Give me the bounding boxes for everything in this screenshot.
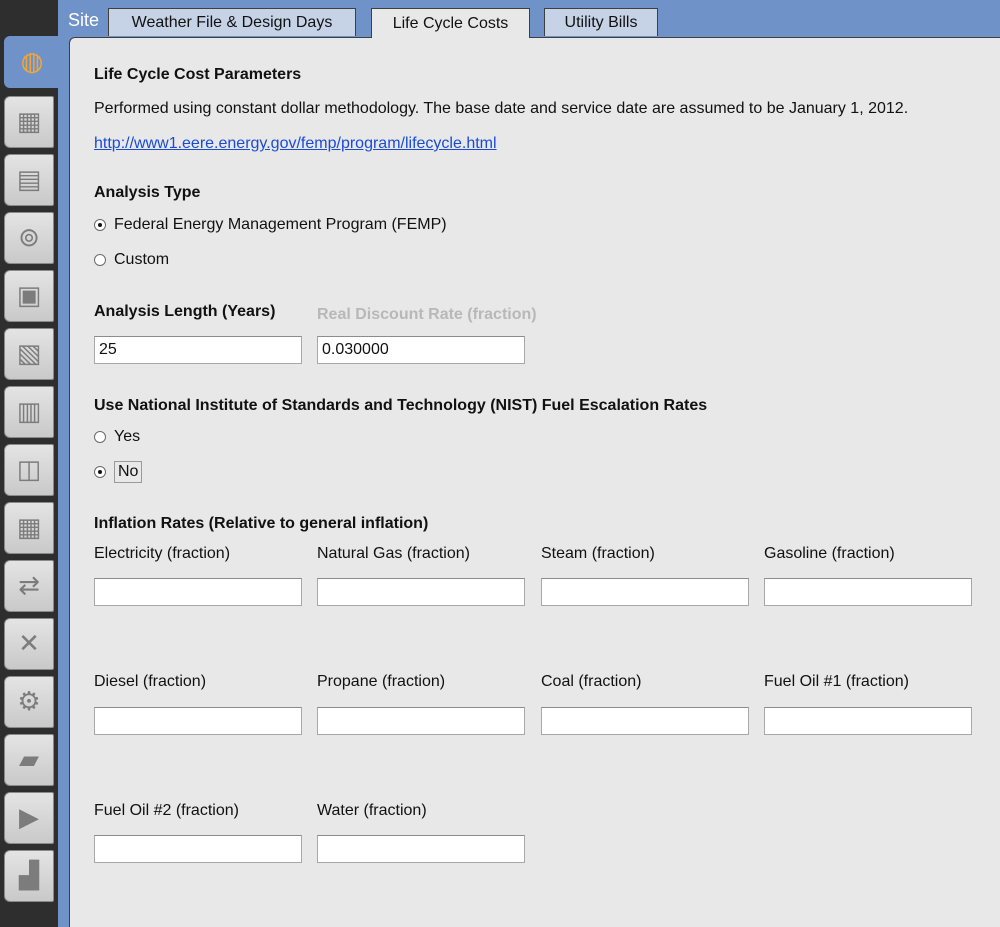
results-chart-icon: ▟ xyxy=(19,861,39,891)
natural-gas-input[interactable] xyxy=(317,578,525,606)
tab-life-cycle-costs[interactable]: Life Cycle Costs xyxy=(371,8,530,38)
tab-utility-bills[interactable]: Utility Bills xyxy=(544,8,658,36)
analysis-type-heading: Analysis Type xyxy=(94,184,201,201)
fuel-oil-1-input[interactable] xyxy=(764,707,972,735)
steam-input[interactable] xyxy=(541,578,749,606)
coal-label: Coal (fraction) xyxy=(541,673,642,690)
water-input[interactable] xyxy=(317,835,525,863)
propane-input[interactable] xyxy=(317,707,525,735)
electricity-input[interactable] xyxy=(94,578,302,606)
lcc-description: Performed using constant dollar methodol… xyxy=(94,100,909,117)
calendar-icon: ▦ xyxy=(16,107,42,137)
sidebar-item-schedules[interactable]: ▦ xyxy=(4,96,54,148)
natural-gas-label: Natural Gas (fraction) xyxy=(317,545,470,562)
nist-yes-label: Yes xyxy=(114,428,141,445)
sidebar-item-run[interactable]: ▶ xyxy=(4,792,54,844)
custom-radio-label: Custom xyxy=(114,251,170,268)
femp-link[interactable]: http://www1.eere.energy.gov/femp/program… xyxy=(94,135,497,153)
life-cycle-costs-panel: Life Cycle Cost Parameters Performed usi… xyxy=(69,37,1000,927)
diesel-input[interactable] xyxy=(94,707,302,735)
site-label: Site xyxy=(68,10,100,30)
sidebar-item-simulation-settings[interactable]: ⚙ xyxy=(4,676,54,728)
electricity-label: Electricity (fraction) xyxy=(94,545,231,562)
tab-weather-file[interactable]: Weather File & Design Days xyxy=(108,8,356,36)
analysis-length-label: Analysis Length (Years) xyxy=(94,303,276,320)
sidebar-item-measures[interactable]: ▰ xyxy=(4,734,54,786)
sidebar-item-loads[interactable]: ⊚ xyxy=(4,212,54,264)
nist-yes-radio[interactable] xyxy=(94,431,106,443)
custom-radio-row[interactable]: Custom xyxy=(94,251,169,269)
thermal-zones-icon: ▦ xyxy=(16,513,42,543)
run-icon: ▶ xyxy=(19,803,39,833)
space-types-icon: ▣ xyxy=(16,281,42,311)
lcc-title: Life Cycle Cost Parameters xyxy=(94,66,302,83)
sidebar-item-geometry[interactable]: ▧ xyxy=(4,328,54,380)
water-label: Water (fraction) xyxy=(317,802,427,819)
globe-icon: ◍ xyxy=(20,47,44,77)
sidebar-item-facility[interactable]: ▥ xyxy=(4,386,54,438)
nist-yes-row[interactable]: Yes xyxy=(94,428,140,446)
nist-no-row[interactable]: No xyxy=(94,461,143,483)
fuel-oil-2-input[interactable] xyxy=(94,835,302,863)
tools-icon: ✕ xyxy=(18,629,40,659)
sidebar-item-constructions[interactable]: ▤ xyxy=(4,154,54,206)
propane-label: Propane (fraction) xyxy=(317,673,446,690)
discount-rate-label: Real Discount Rate (fraction) xyxy=(317,306,537,323)
gear-icon: ⚙ xyxy=(17,687,41,717)
hvac-loop-icon: ⇄ xyxy=(18,571,40,601)
femp-radio-label: Federal Energy Management Program (FEMP) xyxy=(114,216,447,233)
custom-radio[interactable] xyxy=(94,254,106,266)
sidebar-item-spaces[interactable]: ◫ xyxy=(4,444,54,496)
nist-heading: Use National Institute of Standards and … xyxy=(94,397,708,414)
inflation-heading: Inflation Rates (Relative to general inf… xyxy=(94,515,429,532)
discount-rate-input[interactable] xyxy=(317,336,525,364)
sidebar-item-thermal-zones[interactable]: ▦ xyxy=(4,502,54,554)
femp-radio-row[interactable]: Federal Energy Management Program (FEMP) xyxy=(94,216,447,234)
geometry-icon: ▧ xyxy=(16,339,42,369)
facility-icon: ▥ xyxy=(16,397,42,427)
outlet-icon: ⊚ xyxy=(18,223,40,253)
sidebar-item-hvac[interactable]: ⇄ xyxy=(4,560,54,612)
fuel-oil-2-label: Fuel Oil #2 (fraction) xyxy=(94,802,239,819)
femp-radio[interactable] xyxy=(94,219,106,231)
coal-input[interactable] xyxy=(541,707,749,735)
steam-label: Steam (fraction) xyxy=(541,545,655,562)
scripts-icon: ▰ xyxy=(19,745,39,775)
gasoline-label: Gasoline (fraction) xyxy=(764,545,895,562)
nist-no-label: No xyxy=(114,461,143,483)
gasoline-input[interactable] xyxy=(764,578,972,606)
diesel-label: Diesel (fraction) xyxy=(94,673,207,690)
sidebar-item-results[interactable]: ▟ xyxy=(4,850,54,902)
sidebar-item-space-types[interactable]: ▣ xyxy=(4,270,54,322)
sidebar-item-variables[interactable]: ✕ xyxy=(4,618,54,670)
sidebar-toolbar: ◍ ▦ ▤ ⊚ ▣ ▧ ▥ ◫ ▦ ⇄ ✕ ⚙ ▰ ▶ ▟ xyxy=(0,0,60,927)
analysis-length-input[interactable] xyxy=(94,336,302,364)
sidebar-item-site[interactable]: ◍ xyxy=(4,36,60,88)
nist-no-radio[interactable] xyxy=(94,466,106,478)
fuel-oil-1-label: Fuel Oil #1 (fraction) xyxy=(764,673,909,690)
materials-icon: ▤ xyxy=(16,165,42,195)
spaces-icon: ◫ xyxy=(16,455,42,485)
